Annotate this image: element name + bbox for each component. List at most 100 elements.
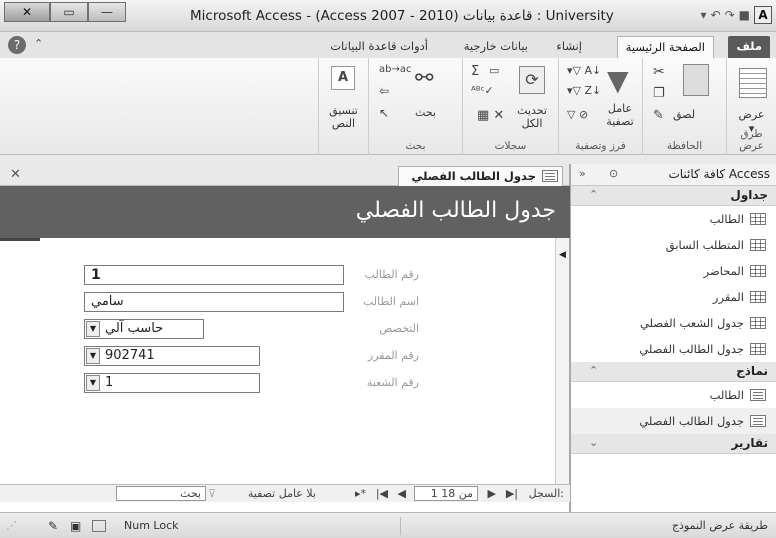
nav-item-label: الطالب — [709, 212, 744, 226]
delete-icon[interactable]: ▦ ✕ — [477, 108, 504, 123]
paste-button[interactable]: لصق — [673, 108, 695, 121]
refresh-icon[interactable]: ⟳ — [519, 66, 545, 94]
nav-item-table[interactable]: الطالب — [571, 206, 776, 232]
tab-home[interactable]: الصفحة الرئيسية — [616, 36, 714, 58]
student-name-field[interactable]: سامي — [84, 292, 344, 312]
layout-view-icon[interactable]: ▣ — [70, 519, 81, 533]
select-icon[interactable]: ↖ — [379, 106, 389, 120]
sort-descending-icon[interactable]: ▾▽ Z↓ — [567, 84, 601, 97]
design-view-icon[interactable]: ✎ — [48, 519, 58, 533]
nav-item-table[interactable]: المتطلب السابق — [571, 232, 776, 258]
filter-icon[interactable]: ▼ — [607, 64, 629, 97]
filter-button[interactable]: عامل تصفية — [599, 102, 641, 128]
find-button[interactable]: بحث — [415, 106, 436, 119]
table-icon — [750, 317, 766, 329]
tab-database-tools[interactable]: أدوات قاعدة البيانات — [322, 36, 436, 58]
resize-grip-icon[interactable]: ⋰ — [6, 519, 17, 532]
nav-item-table[interactable]: جدول الطالب الفصلي — [571, 336, 776, 362]
course-id-combo[interactable]: ▼ 902741 — [84, 346, 260, 366]
table-icon — [750, 343, 766, 355]
chevron-up-icon[interactable]: ⌃ — [589, 188, 598, 201]
collapse-nav-icon[interactable]: » — [579, 167, 586, 180]
minimize-ribbon-icon[interactable]: ⌃ — [34, 37, 43, 50]
record-position: 1 من 18 — [430, 487, 473, 500]
new-record-icon[interactable]: ▭ — [489, 64, 499, 77]
format-painter-icon[interactable]: ✎ — [653, 108, 664, 123]
table-icon — [750, 265, 766, 277]
document-tab-strip: جدول الطالب الفصلي ✕ — [0, 164, 569, 186]
paste-icon[interactable] — [683, 64, 709, 96]
customize-qat-icon[interactable]: ▾ — [701, 8, 707, 22]
close-document-icon[interactable]: ✕ — [10, 167, 21, 182]
course-id-value: 902741 — [105, 348, 155, 363]
nav-item-label: جدول الطالب الفصلي — [639, 342, 744, 356]
student-id-field[interactable]: 1 — [84, 265, 344, 285]
nav-item-table[interactable]: جدول الشعب الفصلي — [571, 310, 776, 336]
nav-item-table[interactable]: المحاضر — [571, 258, 776, 284]
spelling-icon[interactable]: ᴬᴮᶜ✓ — [471, 84, 494, 97]
save-icon[interactable]: ■ — [739, 8, 750, 22]
form-view-icon[interactable] — [92, 520, 106, 532]
search-box[interactable]: بحث — [116, 486, 206, 501]
chevron-up-icon[interactable]: ⌃ — [589, 364, 598, 377]
table-icon — [750, 239, 766, 251]
nav-section-forms[interactable]: نماذج ⌃ — [571, 362, 776, 382]
filter-off-icon: ⊽ — [207, 487, 216, 500]
access-logo-icon: A — [754, 6, 772, 24]
refresh-all-button[interactable]: تحديث الكل — [507, 104, 557, 130]
undo-icon[interactable]: ↶ — [711, 8, 721, 22]
totals-icon[interactable]: Σ — [471, 64, 479, 79]
nav-section-label: جداول — [730, 188, 768, 202]
previous-record-icon[interactable]: ◀ — [398, 487, 406, 500]
dropdown-arrow-icon[interactable]: ▼ — [86, 375, 100, 391]
redo-icon[interactable]: ↷ — [725, 8, 735, 22]
record-position-box[interactable]: 1 من 18 — [414, 486, 478, 501]
document-tab[interactable]: جدول الطالب الفصلي — [398, 166, 563, 186]
sort-ascending-icon[interactable]: ▾▽ A↓ — [567, 64, 601, 77]
chevron-down-icon[interactable]: ⌄ — [589, 436, 598, 449]
search-label: بحث — [180, 487, 201, 500]
go-to-icon[interactable]: ⇦ — [379, 84, 389, 98]
nav-title[interactable]: كافة كائنات Access — [668, 167, 770, 181]
text-format-icon[interactable]: A — [331, 66, 355, 90]
nav-dropdown-icon[interactable]: ⊙ — [609, 167, 618, 180]
header-divider — [0, 238, 40, 241]
label-student-id: رقم الطالب — [364, 268, 419, 281]
nav-section-tables[interactable]: جداول ⌃ — [571, 186, 776, 206]
last-record-icon[interactable]: ▶| — [506, 487, 518, 500]
text-format-button[interactable]: تنسيق النص — [319, 104, 368, 130]
record-selector[interactable]: ◀ — [555, 238, 569, 484]
nav-item-form-selected[interactable]: جدول الطالب الفصلي — [571, 408, 776, 434]
copy-icon[interactable]: ❐ — [653, 86, 665, 101]
nav-section-reports[interactable]: تقارير ⌄ — [571, 434, 776, 454]
section-id-combo[interactable]: ▼ 1 — [84, 373, 260, 393]
nav-item-table[interactable]: المقرر — [571, 284, 776, 310]
form-icon — [750, 389, 766, 401]
tab-external-data[interactable]: بيانات خارجية — [456, 36, 536, 58]
major-value: حاسب آلي — [105, 321, 164, 336]
major-combo[interactable]: ▼ حاسب آلي — [84, 319, 204, 339]
toggle-filter-icon[interactable]: ▽ ⊘ — [567, 108, 588, 121]
dropdown-arrow-icon[interactable]: ▼ — [86, 348, 100, 364]
maximize-icon[interactable]: ▭ — [50, 2, 88, 22]
window-controls: ✕ ▭ — — [4, 2, 126, 22]
tab-file[interactable]: ملف — [728, 36, 770, 58]
minimize-icon[interactable]: — — [88, 2, 126, 22]
cut-icon[interactable]: ✂ — [653, 64, 665, 80]
first-record-icon[interactable]: |◀ — [376, 487, 388, 500]
dropdown-arrow-icon[interactable]: ▼ — [86, 321, 100, 337]
view-button[interactable]: عرض — [727, 108, 776, 121]
replace-icon[interactable]: ab→ac — [379, 64, 411, 75]
new-record-nav-icon[interactable]: ▸* — [355, 487, 366, 500]
view-icon[interactable] — [739, 68, 767, 98]
binoculars-icon[interactable]: ⚯ — [415, 66, 433, 91]
help-icon[interactable]: ? — [8, 36, 26, 54]
access-window: ✕ ▭ — Microsoft Access - (Access 2007 - … — [0, 0, 776, 538]
label-student-name: اسم الطالب — [362, 295, 419, 308]
no-filter-indicator[interactable]: بلا عامل تصفية — [248, 487, 316, 500]
tab-create[interactable]: إنشاء — [548, 36, 590, 58]
next-record-icon[interactable]: ▶ — [488, 487, 496, 500]
nav-item-form[interactable]: الطالب — [571, 382, 776, 408]
form-icon — [542, 170, 558, 182]
close-icon[interactable]: ✕ — [4, 2, 50, 22]
